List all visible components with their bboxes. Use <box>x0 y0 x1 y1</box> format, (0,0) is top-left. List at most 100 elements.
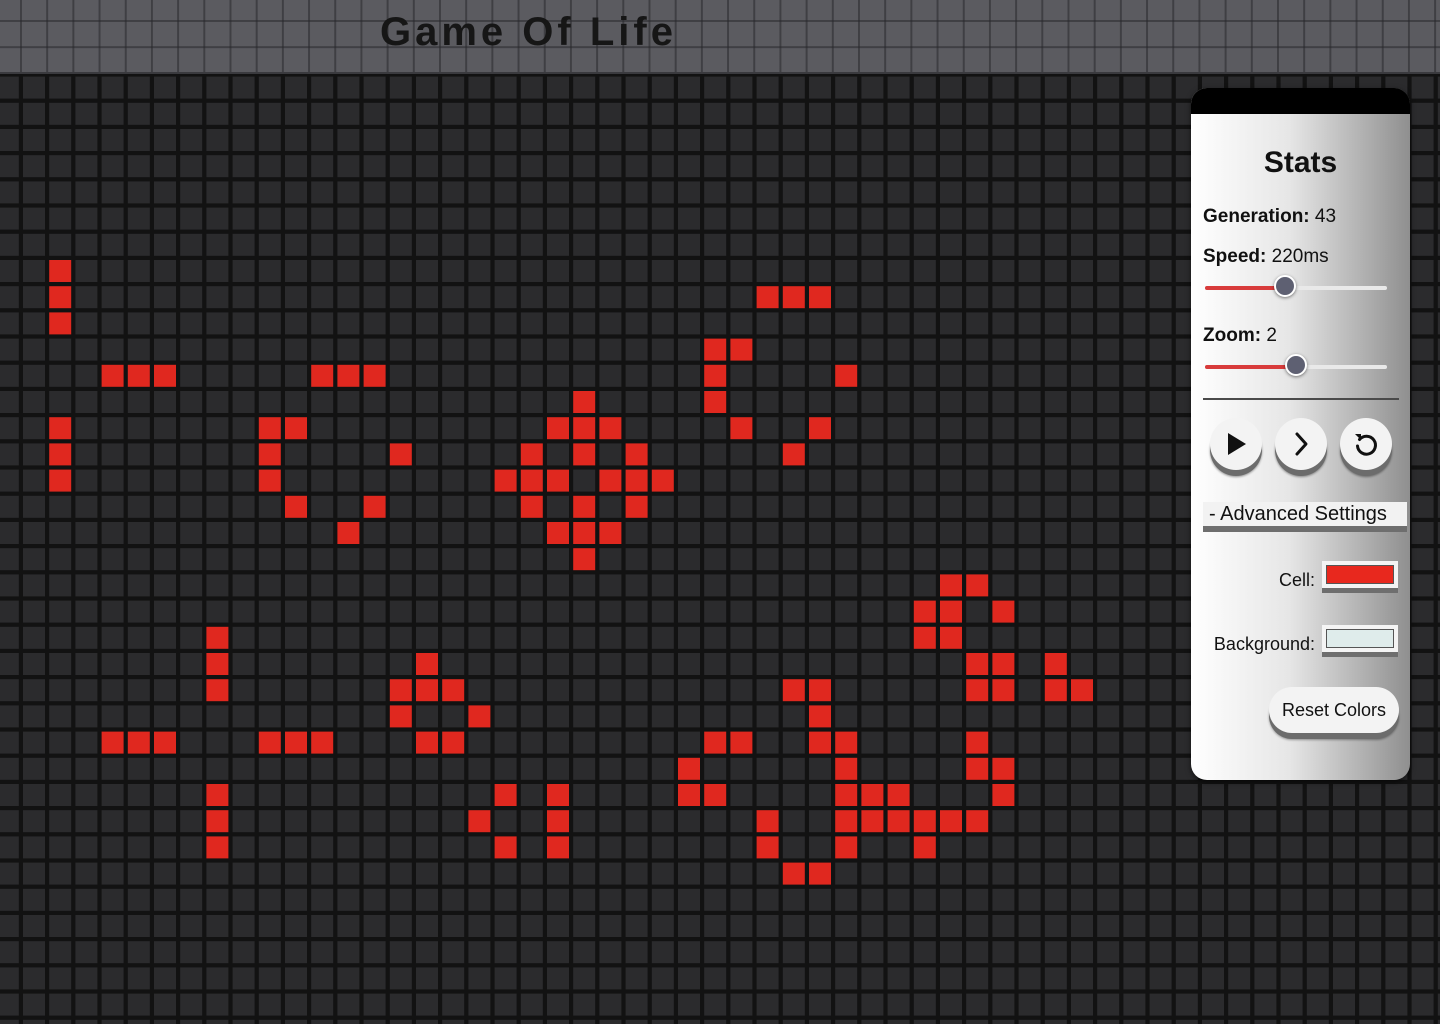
dead-cell[interactable] <box>1359 915 1382 937</box>
dead-cell[interactable] <box>389 653 412 675</box>
dead-cell[interactable] <box>285 993 307 1016</box>
dead-cell[interactable] <box>966 888 989 911</box>
dead-cell[interactable] <box>730 260 753 282</box>
dead-cell[interactable] <box>573 181 596 204</box>
dead-cell[interactable] <box>337 129 360 151</box>
dead-cell[interactable] <box>127 888 150 911</box>
dead-cell[interactable] <box>337 1019 360 1024</box>
dead-cell[interactable] <box>49 653 72 675</box>
dead-cell[interactable] <box>730 836 753 859</box>
dead-cell[interactable] <box>1175 784 1198 806</box>
dead-cell[interactable] <box>573 784 596 806</box>
dead-cell[interactable] <box>1044 862 1067 885</box>
dead-cell[interactable] <box>809 391 831 413</box>
dead-cell[interactable] <box>180 626 203 649</box>
dead-cell[interactable] <box>887 417 910 440</box>
dead-cell[interactable] <box>887 679 910 702</box>
dead-cell[interactable] <box>0 129 19 151</box>
dead-cell[interactable] <box>940 1019 962 1024</box>
dead-cell[interactable] <box>704 495 727 518</box>
dead-cell[interactable] <box>1411 181 1434 204</box>
dead-cell[interactable] <box>0 495 19 518</box>
dead-cell[interactable] <box>599 338 622 361</box>
dead-cell[interactable] <box>573 155 596 178</box>
dead-cell[interactable] <box>1044 836 1067 859</box>
dead-cell[interactable] <box>1149 391 1172 413</box>
dead-cell[interactable] <box>0 181 19 204</box>
dead-cell[interactable] <box>23 417 45 440</box>
dead-cell[interactable] <box>1280 1019 1303 1024</box>
dead-cell[interactable] <box>258 784 281 806</box>
dead-cell[interactable] <box>913 967 936 990</box>
dead-cell[interactable] <box>992 915 1015 937</box>
dead-cell[interactable] <box>966 155 989 178</box>
dead-cell[interactable] <box>1149 1019 1172 1024</box>
dead-cell[interactable] <box>337 286 360 309</box>
dead-cell[interactable] <box>416 469 438 492</box>
dead-cell[interactable] <box>101 469 124 492</box>
dead-cell[interactable] <box>625 810 648 833</box>
dead-cell[interactable] <box>468 76 491 99</box>
dead-cell[interactable] <box>1254 941 1277 964</box>
dead-cell[interactable] <box>782 731 805 754</box>
dead-cell[interactable] <box>887 181 910 204</box>
dead-cell[interactable] <box>494 129 517 151</box>
dead-cell[interactable] <box>206 888 229 911</box>
dead-cell[interactable] <box>206 495 229 518</box>
dead-cell[interactable] <box>389 862 412 885</box>
dead-cell[interactable] <box>1018 705 1041 728</box>
dead-cell[interactable] <box>887 522 910 544</box>
dead-cell[interactable] <box>651 757 674 780</box>
dead-cell[interactable] <box>0 784 19 806</box>
dead-cell[interactable] <box>861 443 884 466</box>
dead-cell[interactable] <box>1359 810 1382 833</box>
dead-cell[interactable] <box>180 836 203 859</box>
live-cell[interactable] <box>913 600 936 623</box>
dead-cell[interactable] <box>678 888 700 911</box>
dead-cell[interactable] <box>337 757 360 780</box>
dead-cell[interactable] <box>180 548 203 571</box>
dead-cell[interactable] <box>442 941 465 964</box>
dead-cell[interactable] <box>940 102 962 125</box>
dead-cell[interactable] <box>966 233 989 256</box>
dead-cell[interactable] <box>127 286 150 309</box>
dead-cell[interactable] <box>180 286 203 309</box>
dead-cell[interactable] <box>206 155 229 178</box>
dead-cell[interactable] <box>389 76 412 99</box>
dead-cell[interactable] <box>180 993 203 1016</box>
dead-cell[interactable] <box>730 207 753 230</box>
dead-cell[interactable] <box>363 102 386 125</box>
dead-cell[interactable] <box>363 233 386 256</box>
dead-cell[interactable] <box>311 679 334 702</box>
dead-cell[interactable] <box>913 443 936 466</box>
dead-cell[interactable] <box>520 888 543 911</box>
dead-cell[interactable] <box>1097 862 1120 885</box>
dead-cell[interactable] <box>127 653 150 675</box>
dead-cell[interactable] <box>154 469 176 492</box>
dead-cell[interactable] <box>809 941 831 964</box>
live-cell[interactable] <box>573 495 596 518</box>
dead-cell[interactable] <box>1149 967 1172 990</box>
dead-cell[interactable] <box>311 993 334 1016</box>
dead-cell[interactable] <box>49 76 72 99</box>
dead-cell[interactable] <box>835 155 858 178</box>
dead-cell[interactable] <box>1097 102 1120 125</box>
dead-cell[interactable] <box>154 443 176 466</box>
dead-cell[interactable] <box>232 522 255 544</box>
dead-cell[interactable] <box>442 260 465 282</box>
live-cell[interactable] <box>337 522 360 544</box>
dead-cell[interactable] <box>468 260 491 282</box>
dead-cell[interactable] <box>494 181 517 204</box>
live-cell[interactable] <box>992 757 1015 780</box>
dead-cell[interactable] <box>232 653 255 675</box>
dead-cell[interactable] <box>1149 129 1172 151</box>
dead-cell[interactable] <box>285 784 307 806</box>
dead-cell[interactable] <box>887 705 910 728</box>
dead-cell[interactable] <box>835 181 858 204</box>
dead-cell[interactable] <box>1018 129 1041 151</box>
dead-cell[interactable] <box>1149 495 1172 518</box>
dead-cell[interactable] <box>389 312 412 335</box>
dead-cell[interactable] <box>258 757 281 780</box>
dead-cell[interactable] <box>1149 653 1172 675</box>
dead-cell[interactable] <box>337 862 360 885</box>
